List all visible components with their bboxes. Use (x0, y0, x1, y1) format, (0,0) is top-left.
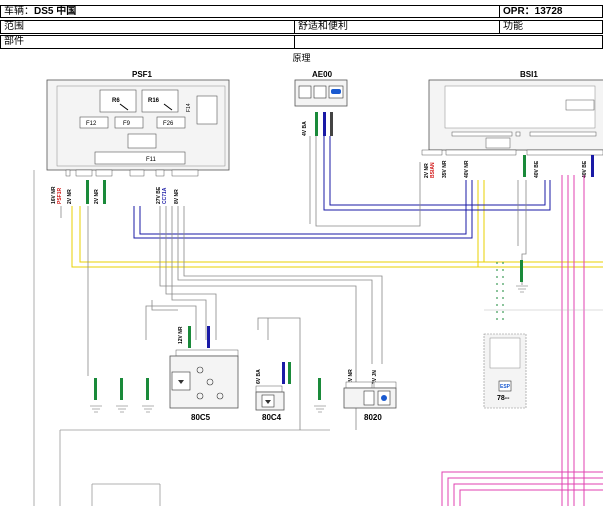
c80c5-module: 12V NR 80C5 (169, 326, 239, 422)
relay-r16-label: R16 (148, 98, 160, 104)
esp-label: ESP (500, 384, 511, 390)
psf1-title: PSF1 (132, 70, 153, 79)
c80c5-title: 80C5 (191, 413, 211, 422)
fuse-f9-label: F9 (123, 121, 131, 127)
ae00-title: AE00 (312, 70, 333, 79)
bsi1-conn-c: 40V NR (464, 160, 470, 178)
fuse-f14 (196, 95, 218, 125)
c80c4-module: 6V BA 80C4 (255, 362, 291, 422)
psf1-connector-labels: 16V NR PSF1R 2V NR 2V NR 27V BE CC71A 8V… (51, 186, 180, 204)
fuse-f11 (94, 151, 186, 165)
bsi1-conn-d: 40V BE (534, 160, 540, 178)
c80c4-title: 80C4 (262, 413, 282, 422)
fuse-f26-label: F26 (163, 121, 174, 127)
c8020-conn-a: 2V NR (348, 369, 354, 384)
bsi1-connector-labels: 2V NR BSIAN 35V NR 40V NR 40V BE 40V BE (424, 160, 588, 178)
psf1-conn-a-sub: PSF1R (57, 187, 63, 204)
c80c5-conn-a: 12V NR (178, 326, 184, 344)
psf1-conn-e: 8V NR (174, 189, 180, 204)
fuse-f12-label: F12 (86, 121, 97, 127)
bsi1-conn-b: 35V NR (442, 160, 448, 178)
bsi1-conn-e: 40V BE (582, 160, 588, 178)
c80c4-conn-a: 6V BA (256, 369, 262, 384)
ground-points (90, 260, 528, 413)
bsi1-module: BSI1 (421, 70, 603, 156)
fuse-f14-label: F14 (186, 103, 192, 112)
esp-module: ESP 78-- (483, 333, 527, 409)
psf1-conn-b: 2V NR (67, 189, 73, 204)
wires-green (496, 262, 504, 320)
relay-r6-label: R6 (112, 98, 120, 104)
ae00-module: AE00 4V BA (294, 70, 348, 136)
c8020-title: 8020 (364, 413, 382, 422)
psf1-conn-d-sub: CC71A (162, 187, 168, 204)
ae00-conn-a: 4V BA (302, 121, 308, 136)
wiring-diagram: PSF1 R6 R16 F12 F9 F26 F14 F11 16V NR PS… (33, 70, 603, 506)
bsi1-conn-a-sub: BSIAN (430, 162, 436, 178)
bsi1-title: BSI1 (520, 70, 538, 79)
esp-code: 78-- (497, 395, 510, 402)
psf1-conn-c: 2V NR (94, 189, 100, 204)
c8020-module: 2V NR 2V JN 8020 (343, 369, 397, 422)
psf1-module: PSF1 R6 R16 F12 F9 F26 F14 F11 (46, 70, 230, 177)
wires-gray (60, 136, 527, 430)
fuse-f11-label: F11 (146, 157, 157, 163)
